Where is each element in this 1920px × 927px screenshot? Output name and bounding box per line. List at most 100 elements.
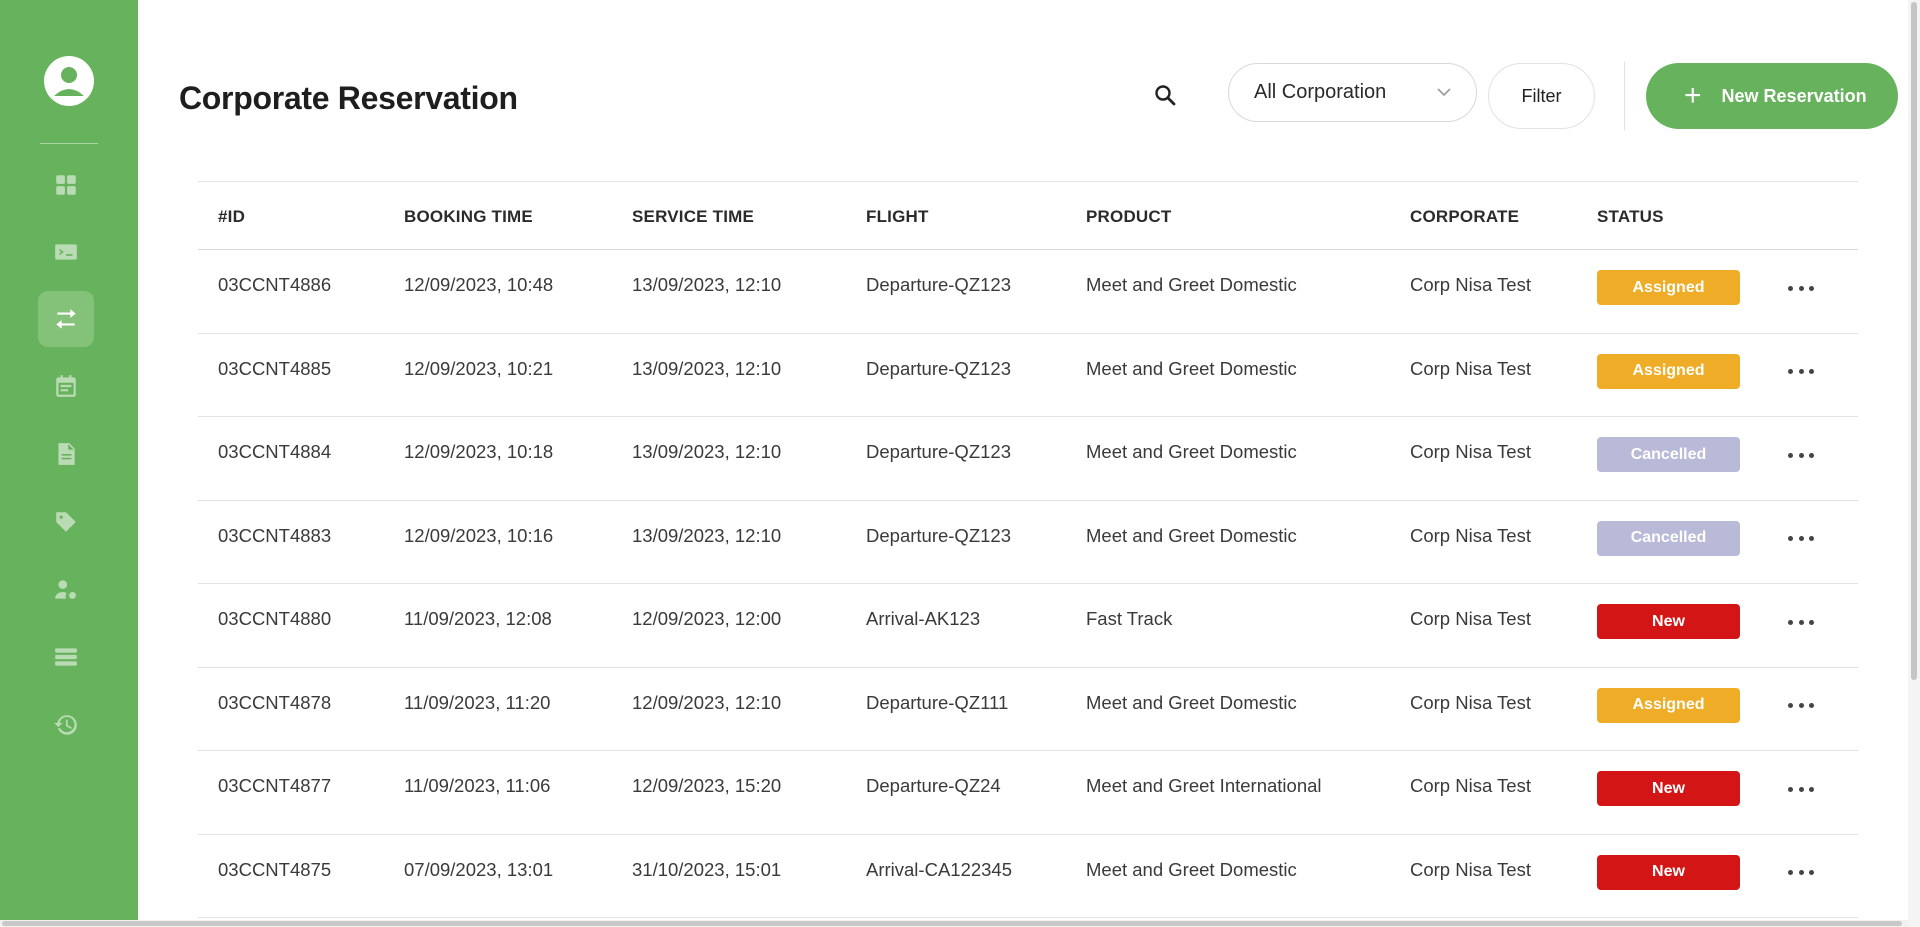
sidebar-item-list[interactable] <box>38 629 94 685</box>
vertical-scrollbar[interactable] <box>1908 0 1920 927</box>
cell-service-time: 12/09/2023, 15:20 <box>632 775 782 796</box>
new-reservation-label: New Reservation <box>1721 85 1867 106</box>
cell-flight: Departure-QZ111 <box>866 691 1009 713</box>
cell-id: 03CCNT4877 <box>218 775 332 796</box>
calendar-icon <box>56 375 76 397</box>
toolbar-divider <box>1624 62 1625 130</box>
cell-service-time: 13/09/2023, 12:10 <box>632 524 782 546</box>
header-id[interactable]: #ID <box>218 207 245 227</box>
more-actions-icon[interactable] <box>1788 529 1814 549</box>
new-reservation-button[interactable]: + New Reservation <box>1646 63 1898 129</box>
cell-corporate: Corp Nisa Test <box>1410 441 1531 462</box>
cell-service-time: 13/09/2023, 12:10 <box>632 357 782 379</box>
cell-product: Meet and Greet Domestic <box>1086 274 1297 295</box>
search-button[interactable] <box>1148 78 1182 112</box>
chevron-down-icon <box>1437 88 1451 97</box>
reservations-table: #ID BOOKING TIME SERVICE TIME FLIGHT PRO… <box>198 181 1858 918</box>
cell-id: 03CCNT4883 <box>218 524 332 546</box>
cell-corporate: Corp Nisa Test <box>1410 608 1531 629</box>
table-row[interactable]: 03CCNT4875 07/09/2023, 13:01 31/10/2023, 1… <box>198 835 1858 918</box>
sidebar-item-dashboard[interactable] <box>38 157 94 213</box>
cell-booking-time: 07/09/2023, 13:01 <box>404 858 554 880</box>
status-badge: Assigned <box>1597 687 1740 723</box>
more-actions-icon[interactable] <box>1788 863 1814 883</box>
header-booking-time[interactable]: BOOKING TIME <box>404 207 533 227</box>
cell-flight: Arrival-AK123 <box>866 608 981 629</box>
more-actions-icon[interactable] <box>1788 362 1814 382</box>
sidebar-item-history[interactable] <box>38 697 94 753</box>
table-row[interactable]: 03CCNT4883 12/09/2023, 10:16 13/09/2023, 1… <box>198 501 1858 584</box>
cell-id: 03CCNT4878 <box>218 691 332 713</box>
header-service-time[interactable]: SERVICE TIME <box>632 207 754 227</box>
cell-booking-time: 12/09/2023, 10:16 <box>404 524 554 546</box>
header-product[interactable]: PRODUCT <box>1086 207 1171 227</box>
cell-flight: Departure-QZ123 <box>866 441 1011 462</box>
search-icon <box>1155 85 1176 106</box>
cell-corporate: Corp Nisa Test <box>1410 691 1531 713</box>
header-corporate[interactable]: CORPORATE <box>1410 207 1519 227</box>
cell-id: 03CCNT4875 <box>218 858 332 880</box>
vertical-scroll-thumb[interactable] <box>1911 2 1917 680</box>
cell-corporate: Corp Nisa Test <box>1410 858 1531 880</box>
status-badge: Assigned <box>1597 270 1740 305</box>
table-row[interactable]: 03CCNT4886 12/09/2023, 10:48 13/09/2023, 1… <box>198 250 1858 334</box>
corporation-select[interactable]: All Corporation <box>1228 63 1477 122</box>
dashboard-icon <box>56 175 76 195</box>
sidebar-divider <box>40 143 98 144</box>
cell-corporate: Corp Nisa Test <box>1410 274 1531 295</box>
status-badge: Cancelled <box>1597 437 1740 472</box>
status-badge: New <box>1597 604 1740 639</box>
header-flight[interactable]: FLIGHT <box>866 207 929 227</box>
more-actions-icon[interactable] <box>1788 612 1814 632</box>
cell-service-time: 13/09/2023, 12:10 <box>632 274 782 295</box>
cell-booking-time: 12/09/2023, 10:18 <box>404 441 554 462</box>
status-badge: Assigned <box>1597 353 1740 389</box>
cell-booking-time: 11/09/2023, 12:08 <box>404 608 552 629</box>
more-actions-icon[interactable] <box>1788 278 1814 298</box>
status-badge: New <box>1597 854 1740 890</box>
history-icon <box>54 715 77 735</box>
transfer-icon <box>56 309 76 329</box>
cell-id: 03CCNT4885 <box>218 357 332 379</box>
sidebar-item-terminal[interactable] <box>38 224 94 280</box>
cell-id: 03CCNT4880 <box>218 608 332 629</box>
avatar[interactable] <box>44 56 94 106</box>
cell-flight: Arrival-CA122345 <box>866 858 1013 880</box>
cell-service-time: 13/09/2023, 12:10 <box>632 441 782 462</box>
table-row[interactable]: 03CCNT4884 12/09/2023, 10:18 13/09/2023, 1… <box>198 417 1858 501</box>
more-actions-icon[interactable] <box>1788 779 1814 799</box>
user-settings-icon <box>55 580 76 599</box>
table-row[interactable]: 03CCNT4880 11/09/2023, 12:08 12/09/2023, 1… <box>198 584 1858 668</box>
corporation-select-value: All Corporation <box>1254 81 1387 103</box>
cell-corporate: Corp Nisa Test <box>1410 524 1531 546</box>
cell-id: 03CCNT4884 <box>218 441 332 462</box>
sidebar-item-transfers[interactable] <box>38 291 94 347</box>
table-row[interactable]: 03CCNT4878 11/09/2023, 11:20 12/09/2023, 1… <box>198 668 1858 751</box>
sidebar-item-documents[interactable] <box>38 426 94 482</box>
tag-icon <box>56 512 76 532</box>
cell-product: Meet and Greet International <box>1086 775 1322 796</box>
sidebar-item-calendar[interactable] <box>38 358 94 414</box>
more-actions-icon[interactable] <box>1788 696 1814 716</box>
horizontal-scrollbar[interactable] <box>0 920 1908 927</box>
table-row[interactable]: 03CCNT4885 12/09/2023, 10:21 13/09/2023, 1… <box>198 334 1858 417</box>
header-status[interactable]: STATUS <box>1597 207 1664 227</box>
status-badge: New <box>1597 771 1740 806</box>
more-actions-icon[interactable] <box>1788 445 1814 465</box>
plus-icon: + <box>1684 79 1702 112</box>
status-badge: Cancelled <box>1597 520 1740 556</box>
horizontal-scroll-thumb[interactable] <box>2 921 1902 926</box>
filter-button[interactable]: Filter <box>1488 63 1595 129</box>
cell-flight: Departure-QZ123 <box>866 357 1011 379</box>
cell-corporate: Corp Nisa Test <box>1410 775 1531 796</box>
table-row[interactable]: 03CCNT4877 11/09/2023, 11:06 12/09/2023, 1… <box>198 751 1858 835</box>
table-header: #ID BOOKING TIME SERVICE TIME FLIGHT PRO… <box>198 181 1858 250</box>
cell-product: Meet and Greet Domestic <box>1086 357 1297 379</box>
cell-booking-time: 11/09/2023, 11:20 <box>404 691 551 713</box>
sidebar-item-tags[interactable] <box>38 494 94 550</box>
cell-product: Fast Track <box>1086 608 1173 629</box>
cell-product: Meet and Greet Domestic <box>1086 691 1297 713</box>
sidebar-item-user-settings[interactable] <box>38 562 94 618</box>
cell-corporate: Corp Nisa Test <box>1410 357 1531 379</box>
cell-flight: Departure-QZ123 <box>866 274 1011 295</box>
